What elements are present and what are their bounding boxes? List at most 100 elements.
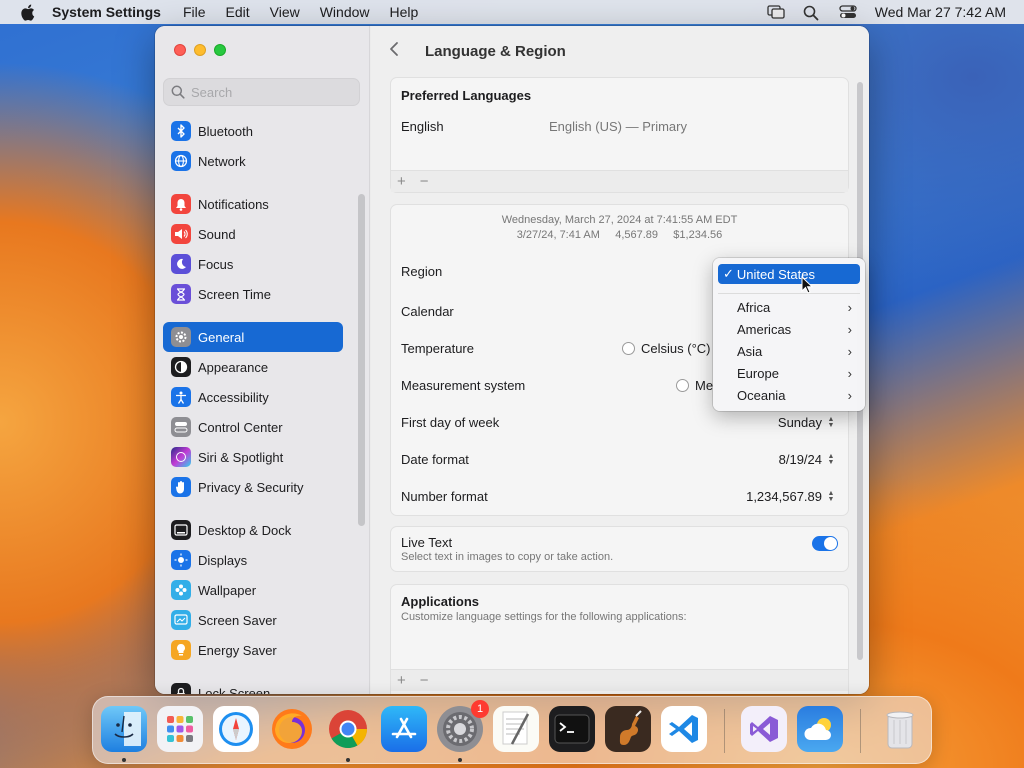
first-day-label: First day of week xyxy=(401,415,500,430)
guitar-app-icon[interactable] xyxy=(605,706,651,752)
hand-icon xyxy=(171,477,191,497)
minimize-button[interactable] xyxy=(194,44,206,56)
system-settings-icon[interactable]: 1 xyxy=(437,700,489,752)
zoom-button[interactable] xyxy=(214,44,226,56)
trash-icon[interactable] xyxy=(877,706,923,752)
sidebar-item-sound[interactable]: Sound xyxy=(163,219,343,249)
app-store-icon[interactable] xyxy=(381,706,427,752)
menu-help[interactable]: Help xyxy=(390,4,419,20)
sidebar-item-general[interactable]: General xyxy=(163,322,343,352)
bulb-icon xyxy=(171,640,191,660)
region-popup-menu: ✓ United States Africa › Americas › Asia… xyxy=(713,258,865,411)
sidebar-item-label: Wallpaper xyxy=(198,582,257,598)
firefox-icon[interactable] xyxy=(269,706,315,752)
apple-logo-icon[interactable] xyxy=(18,3,36,21)
sidebar-item-notifications[interactable]: Notifications xyxy=(163,189,343,219)
region-option-asia[interactable]: Asia › xyxy=(718,341,860,361)
remove-application-button[interactable]: − xyxy=(420,672,429,689)
region-option-europe[interactable]: Europe › xyxy=(718,363,860,383)
bluetooth-icon xyxy=(171,121,191,141)
app-menu[interactable]: System Settings xyxy=(52,4,161,20)
celsius-radio-circle xyxy=(622,342,635,355)
sidebar-item-label: Control Center xyxy=(198,419,283,435)
sidebar-item-screen-time[interactable]: Screen Time xyxy=(163,279,343,309)
control-center-icon[interactable] xyxy=(839,5,857,19)
region-option-label: Oceania xyxy=(737,387,786,403)
sidebar-item-appearance[interactable]: Appearance xyxy=(163,352,343,382)
applications-toolbar: + − xyxy=(391,669,848,691)
number-format-row: Number format 1,234,567.89 ▲ ▼ xyxy=(401,489,836,504)
sidebar-scrollbar[interactable] xyxy=(358,194,365,526)
sidebar-item-label: Desktop & Dock xyxy=(198,522,292,538)
live-text-description: Select text in images to copy or take ac… xyxy=(401,551,614,563)
sidebar-item-control-center[interactable]: Control Center xyxy=(163,412,343,442)
vscode-icon[interactable] xyxy=(661,706,707,752)
region-option-oceania[interactable]: Oceania › xyxy=(718,385,860,405)
close-button[interactable] xyxy=(174,44,186,56)
finder-icon[interactable] xyxy=(101,706,147,752)
preferred-languages-heading: Preferred Languages xyxy=(401,88,532,103)
chevron-left-icon xyxy=(390,41,398,56)
region-option-united-states[interactable]: ✓ United States xyxy=(718,264,860,284)
finder-running-indicator xyxy=(122,758,126,762)
add-application-button[interactable]: + xyxy=(397,672,406,689)
sidebar-item-screen-saver[interactable]: Screen Saver xyxy=(163,605,343,635)
chevron-right-icon: › xyxy=(847,387,852,403)
sidebar-item-wallpaper[interactable]: Wallpaper xyxy=(163,575,343,605)
sidebar-item-label: General xyxy=(198,329,245,345)
screen-mirroring-icon[interactable] xyxy=(767,5,785,19)
sidebar-item-displays[interactable]: Displays xyxy=(163,545,343,575)
search-input[interactable] xyxy=(191,84,351,100)
flower-icon xyxy=(171,580,191,600)
first-day-value: Sunday xyxy=(777,415,822,430)
sidebar-item-lock-screen[interactable]: Lock Screen xyxy=(163,678,343,694)
region-option-africa[interactable]: Africa › xyxy=(718,297,860,317)
notification-badge: 1 xyxy=(471,700,489,718)
menu-file[interactable]: File xyxy=(183,4,206,20)
number-format-value: 1,234,567.89 xyxy=(746,489,822,504)
visual-studio-icon[interactable] xyxy=(741,706,787,752)
language-row[interactable]: English English (US) — Primary xyxy=(401,119,836,134)
weather-icon[interactable] xyxy=(797,706,843,752)
sidebar-item-accessibility[interactable]: Accessibility xyxy=(163,382,343,412)
celsius-radio[interactable]: Celsius (°C) xyxy=(622,341,710,356)
checkmark-icon: ✓ xyxy=(723,266,734,281)
gear-icon xyxy=(171,327,191,347)
sidebar-item-privacy-security[interactable]: Privacy & Security xyxy=(163,472,343,502)
menu-window[interactable]: Window xyxy=(320,4,370,20)
live-text-toggle[interactable] xyxy=(812,536,838,551)
metric-radio[interactable]: Me xyxy=(676,378,713,393)
menubar-clock[interactable]: Wed Mar 27 7:42 AM xyxy=(875,4,1006,20)
number-format-select[interactable]: 1,234,567.89 ▲ ▼ xyxy=(746,489,836,504)
control-center-icon xyxy=(171,417,191,437)
menu-view[interactable]: View xyxy=(270,4,300,20)
sidebar-item-bluetooth[interactable]: Bluetooth xyxy=(163,116,343,146)
region-option-americas[interactable]: Americas › xyxy=(718,319,860,339)
terminal-icon[interactable] xyxy=(549,706,595,752)
sidebar-item-desktop-dock[interactable]: Desktop & Dock xyxy=(163,515,343,545)
textedit-icon[interactable] xyxy=(493,706,539,752)
date-format-select[interactable]: 8/19/24 ▲ ▼ xyxy=(779,452,836,467)
sun-icon xyxy=(171,550,191,570)
sidebar-item-energy-saver[interactable]: Energy Saver xyxy=(163,635,343,665)
sidebar-item-siri-spotlight[interactable]: Siri & Spotlight xyxy=(163,442,343,472)
spotlight-search-icon[interactable] xyxy=(803,5,821,21)
settings-running-indicator xyxy=(458,758,462,762)
sidebar-item-focus[interactable]: Focus xyxy=(163,249,343,279)
sidebar-item-label: Network xyxy=(198,153,246,169)
stepper-icon: ▲ ▼ xyxy=(827,452,835,466)
safari-icon[interactable] xyxy=(213,706,259,752)
chrome-icon[interactable] xyxy=(325,706,371,752)
remove-language-button[interactable]: − xyxy=(420,173,429,190)
mouse-cursor-icon xyxy=(801,276,813,294)
screensaver-icon xyxy=(171,610,191,630)
sidebar-item-label: Energy Saver xyxy=(198,642,277,658)
first-day-select[interactable]: Sunday ▲ ▼ xyxy=(778,415,836,430)
sidebar-item-network[interactable]: Network xyxy=(163,146,343,176)
search-field[interactable] xyxy=(163,78,360,106)
add-language-button[interactable]: + xyxy=(397,173,406,190)
back-button[interactable] xyxy=(389,40,409,63)
menu-edit[interactable]: Edit xyxy=(226,4,250,20)
launchpad-icon[interactable] xyxy=(157,706,203,752)
sidebar: Bluetooth Network Notifications Sound xyxy=(155,26,370,694)
